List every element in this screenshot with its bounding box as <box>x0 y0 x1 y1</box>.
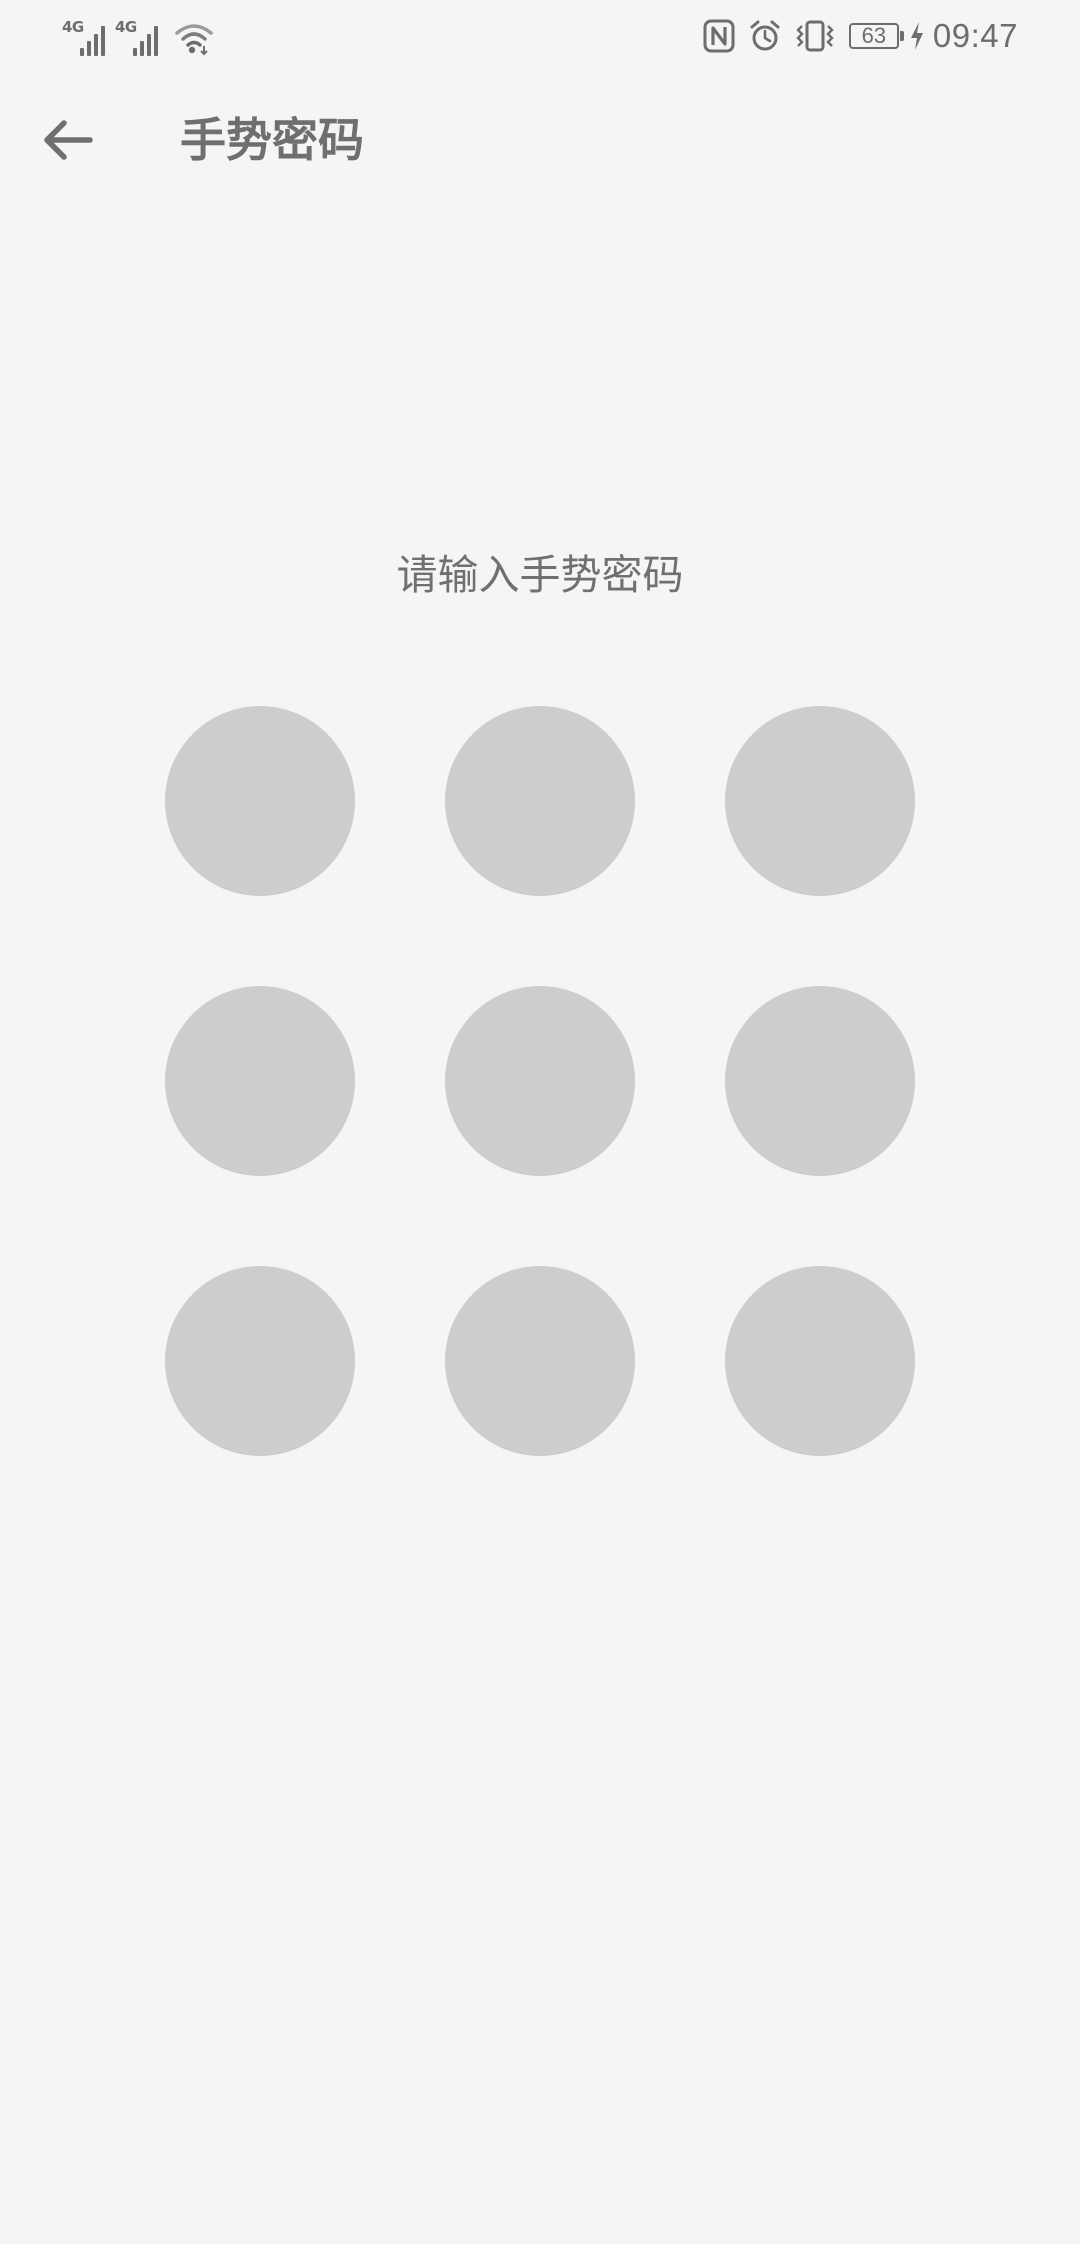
gesture-prompt: 请输入手势密码 <box>396 551 684 599</box>
status-bar: 4G 4G 63 09:47 <box>0 0 1080 72</box>
alarm-icon <box>750 20 780 51</box>
pattern-dot-7[interactable] <box>165 1266 355 1456</box>
nfc-icon <box>703 19 735 53</box>
back-button[interactable] <box>36 112 100 168</box>
pattern-dot-2[interactable] <box>445 706 635 896</box>
pattern-dot-1[interactable] <box>165 706 355 896</box>
pattern-dot-8[interactable] <box>445 1266 635 1456</box>
network-type-label: 4G <box>115 18 137 36</box>
pattern-dot-3[interactable] <box>725 706 915 896</box>
network-type-label: 4G <box>62 18 84 36</box>
signal-icon: 4G <box>115 20 158 56</box>
status-bar-right: 63 09:47 <box>703 14 1018 58</box>
pattern-dot-9[interactable] <box>725 1266 915 1456</box>
signal-icon: 4G <box>62 20 105 56</box>
pattern-dot-5[interactable] <box>445 986 635 1176</box>
app-toolbar: 手势密码 <box>0 90 1080 190</box>
clock: 09:47 <box>932 17 1018 54</box>
page-title: 手势密码 <box>180 113 364 167</box>
battery-level: 63 <box>861 23 887 48</box>
gesture-pattern-grid[interactable] <box>165 706 915 1456</box>
pattern-dot-4[interactable] <box>165 986 355 1176</box>
gesture-password-screen: 4G 4G 63 09:47 手势密码 请输入手势密码 <box>0 0 1080 2244</box>
status-bar-left: 4G 4G <box>62 16 214 56</box>
pattern-dot-6[interactable] <box>725 986 915 1176</box>
vibrate-icon <box>796 20 834 52</box>
wifi-icon <box>175 24 213 56</box>
charging-icon <box>910 22 923 50</box>
back-arrow-icon <box>44 120 93 160</box>
battery-icon: 63 <box>848 23 904 49</box>
